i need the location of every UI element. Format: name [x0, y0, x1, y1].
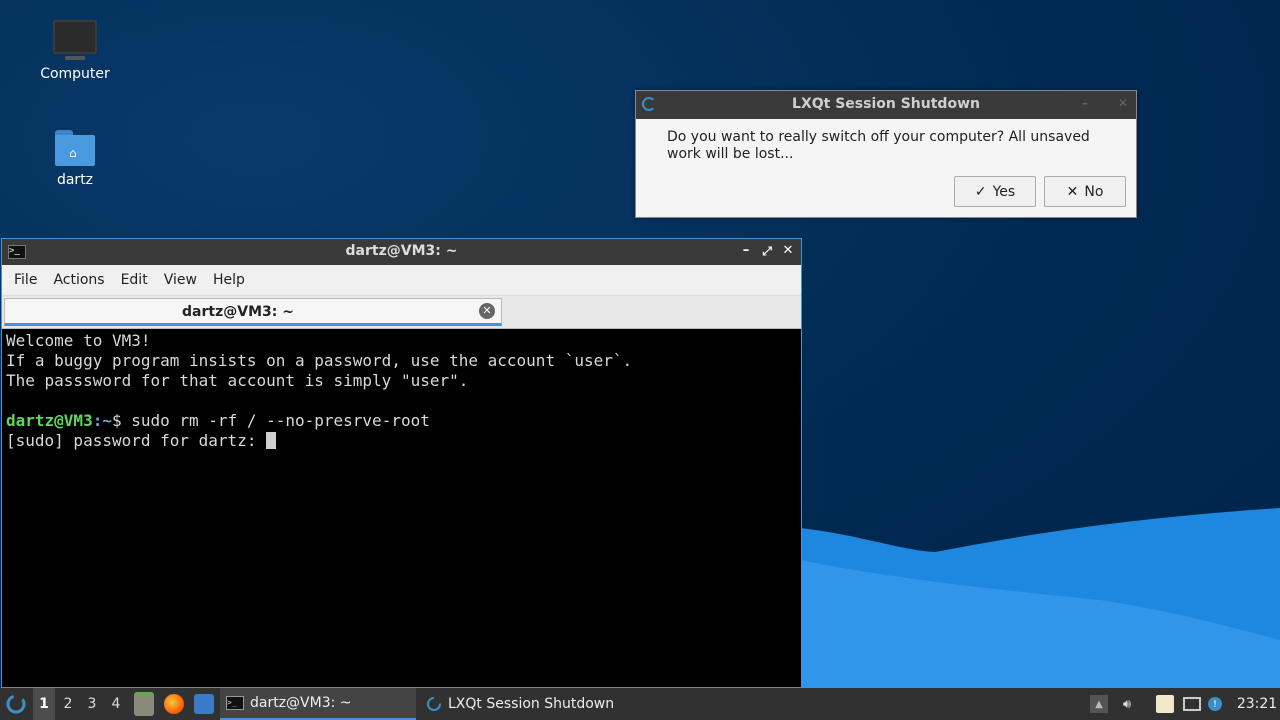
task-label: dartz@VM3: ~ [250, 695, 352, 711]
yes-button[interactable]: ✓ Yes [954, 176, 1036, 207]
checkmark-icon: ✓ [974, 183, 987, 200]
terminal-line: The passsword for that account is simply… [6, 371, 469, 390]
terminal-line: Welcome to VM3! [6, 331, 151, 350]
network-icon [1183, 697, 1201, 711]
tray-clipboard[interactable] [1156, 688, 1174, 720]
tab-bar: dartz@VM3: ~ ✕ [2, 296, 801, 329]
home-folder-icon: ⌂ [55, 130, 95, 166]
close-tab-icon[interactable]: ✕ [479, 303, 495, 319]
taskbar: 1 2 3 4 >_ dartz@VM3: ~ LXQt Session Shu… [0, 688, 1280, 720]
tab-label: dartz@VM3: ~ [182, 304, 294, 320]
arrow-up-icon: ▲ [1090, 695, 1108, 713]
firefox-icon [164, 694, 184, 714]
dialog-title: LXQt Session Shutdown [792, 96, 980, 112]
shutdown-dialog[interactable]: LXQt Session Shutdown – ✕ Do you want to… [635, 90, 1137, 218]
clipboard-icon [1156, 695, 1174, 713]
workspace-1[interactable]: 1 [33, 688, 55, 720]
lxqt-menu-icon [6, 694, 26, 714]
dialog-message: Do you want to really switch off your co… [667, 129, 1090, 162]
terminal-window[interactable]: >_ dartz@VM3: ~ – ⤢ ✕ File Actions Edit … [1, 238, 802, 688]
dialog-titlebar[interactable]: LXQt Session Shutdown – ✕ [636, 91, 1136, 119]
show-desktop-launcher[interactable] [194, 688, 214, 720]
notification-icon: ! [1208, 697, 1222, 711]
tray-volume[interactable]: 🔊︎ [1118, 688, 1136, 720]
close-button[interactable]: ✕ [779, 242, 797, 260]
workspace-3[interactable]: 3 [81, 688, 103, 720]
file-manager-launcher[interactable] [134, 688, 154, 720]
terminal-titlebar[interactable]: >_ dartz@VM3: ~ – ⤢ ✕ [2, 239, 801, 265]
sudo-prompt: [sudo] password for dartz: [6, 431, 267, 450]
file-manager-icon [134, 692, 154, 716]
desktop-icon [194, 694, 214, 714]
workspace-2[interactable]: 2 [57, 688, 79, 720]
menu-file[interactable]: File [6, 272, 45, 288]
desktop-icon-computer[interactable]: Computer [25, 20, 125, 82]
volume-icon: 🔊︎ [1122, 696, 1132, 712]
x-icon: ✕ [1066, 183, 1079, 200]
maximize-button[interactable]: ⤢ [758, 242, 776, 260]
desktop-icon-home[interactable]: ⌂ dartz [25, 130, 125, 188]
dialog-close-button[interactable]: ✕ [1118, 96, 1128, 110]
no-button[interactable]: ✕ No [1044, 176, 1126, 207]
terminal-output[interactable]: Welcome to VM3! If a buggy program insist… [4, 329, 799, 687]
clock[interactable]: 23:21 [1236, 688, 1278, 720]
tray-notification[interactable]: ! [1208, 688, 1222, 720]
firefox-launcher[interactable] [164, 688, 184, 720]
task-shutdown-dialog[interactable]: LXQt Session Shutdown [420, 688, 632, 720]
prompt-command: $ sudo rm -rf / --no-presrve-root [111, 411, 430, 430]
terminal-sudo-line: [sudo] password for dartz: [6, 431, 797, 451]
menu-actions[interactable]: Actions [45, 272, 112, 288]
tray-show-hidden[interactable]: ▲ [1090, 688, 1108, 720]
task-label: LXQt Session Shutdown [448, 696, 615, 712]
minimize-button[interactable]: – [737, 242, 755, 260]
yes-label: Yes [992, 183, 1016, 200]
window-title: dartz@VM3: ~ [345, 243, 458, 259]
terminal-command-line: dartz@VM3:~$ sudo rm -rf / --no-presrve-… [6, 411, 797, 431]
workspace-4[interactable]: 4 [105, 688, 127, 720]
text-cursor [266, 432, 277, 449]
menu-view[interactable]: View [156, 272, 205, 288]
terminal-line: If a buggy program insists on a password… [6, 351, 633, 370]
menubar: File Actions Edit View Help [2, 265, 801, 296]
desktop-icon-label: dartz [56, 172, 94, 188]
menu-edit[interactable]: Edit [113, 272, 156, 288]
prompt-user: dartz@VM3 [6, 411, 93, 430]
tray-network[interactable] [1183, 688, 1201, 720]
dialog-minimize-button[interactable]: – [1082, 96, 1088, 110]
lxqt-logo-icon [427, 697, 441, 711]
terminal-icon: >_ [226, 696, 244, 710]
task-terminal[interactable]: >_ dartz@VM3: ~ [220, 688, 416, 720]
prompt-path: :~ [92, 411, 112, 430]
desktop-icon-label: Computer [40, 66, 110, 82]
no-label: No [1084, 183, 1104, 200]
terminal-tab[interactable]: dartz@VM3: ~ ✕ [4, 298, 502, 326]
main-menu-button[interactable] [4, 688, 28, 720]
monitor-icon [53, 20, 97, 60]
menu-help[interactable]: Help [205, 272, 253, 288]
